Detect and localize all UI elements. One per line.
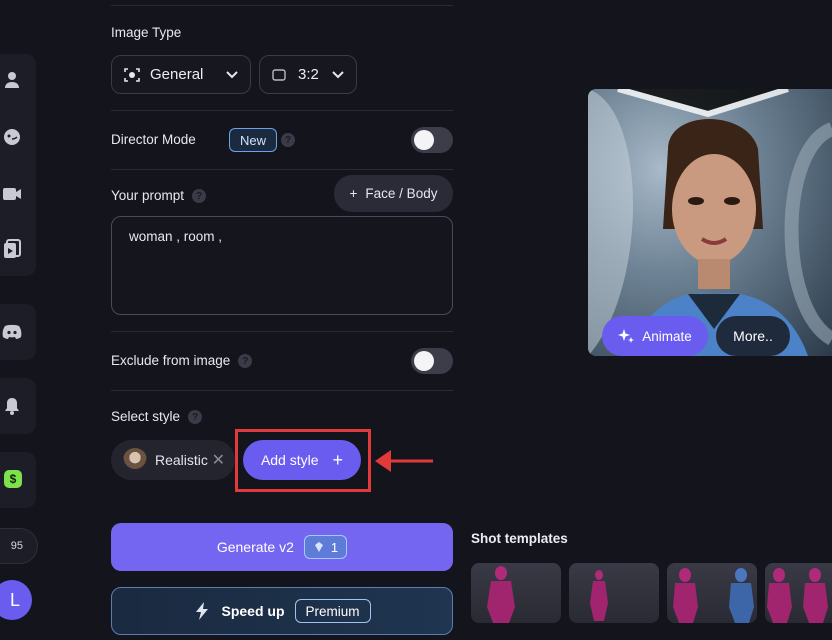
divider (111, 169, 453, 170)
divider (111, 5, 453, 6)
pose-figure-image (673, 568, 754, 623)
divider (111, 331, 453, 332)
shot-template-thumb[interactable] (765, 563, 832, 623)
token-cost: 1 (330, 539, 339, 555)
shot-template-thumb[interactable] (667, 563, 757, 623)
select-style-text: Select style (111, 409, 181, 424)
help-icon[interactable]: ? (281, 133, 295, 147)
select-style-label: Select style? (111, 409, 203, 425)
style-chip-label: Realistic (155, 452, 208, 468)
director-mode-toggle[interactable] (411, 127, 453, 153)
video-camera-icon[interactable] (0, 182, 24, 206)
help-icon[interactable]: ? (188, 410, 203, 425)
animate-button[interactable]: Animate (602, 316, 708, 356)
style-chip-realistic[interactable]: Realistic ✕ (111, 440, 235, 480)
your-prompt-label: Your prompt? (111, 188, 207, 204)
user-icon[interactable] (0, 68, 24, 92)
divider (111, 110, 453, 111)
speed-up-label: Speed up (221, 603, 285, 619)
director-mode-label: Director Mode (111, 132, 196, 147)
animate-label: Animate (642, 328, 692, 344)
aspect-ratio-select[interactable]: 3:2 (259, 55, 357, 94)
aspect-ratio-value: 3:2 (298, 66, 319, 83)
token-balance[interactable]: 95 (0, 528, 38, 564)
face-body-label: Face / Body (365, 186, 438, 201)
more-label: More.. (733, 328, 773, 344)
avatar[interactable]: L (0, 580, 32, 620)
exclude-toggle[interactable] (411, 348, 453, 374)
premium-badge: Premium (294, 599, 371, 623)
close-icon[interactable]: ✕ (212, 450, 225, 470)
divider (111, 390, 453, 391)
video-library-icon[interactable] (0, 237, 24, 261)
more-button[interactable]: More.. (716, 316, 790, 356)
prompt-textarea[interactable]: woman , room , (111, 216, 453, 315)
help-icon[interactable]: ? (238, 354, 253, 369)
pose-figure-image (590, 570, 608, 621)
sparkle-icon (618, 329, 635, 343)
shot-templates-title: Shot templates (471, 531, 568, 546)
help-icon[interactable]: ? (192, 189, 207, 204)
annotation-arrow-icon (375, 450, 433, 472)
token-balance-value: 95 (10, 540, 23, 552)
director-mode-text: Director Mode (111, 132, 196, 147)
plus-icon: + (349, 186, 358, 201)
generate-label: Generate v2 (216, 539, 294, 555)
pose-figure-image (487, 566, 515, 623)
token-cost-badge: 1 (303, 535, 348, 559)
new-badge: New (229, 128, 278, 152)
image-type-value: General (150, 66, 204, 83)
exclude-text: Exclude from image (111, 353, 231, 368)
image-type-label: Image Type (111, 25, 182, 40)
generate-button[interactable]: Generate v2 1 (111, 523, 453, 571)
left-icon-rail: $ 95 L (0, 0, 44, 640)
chevron-down-icon (226, 70, 238, 79)
chevron-down-icon (332, 70, 344, 79)
discord-icon[interactable] (0, 320, 24, 344)
shot-template-thumb[interactable] (569, 563, 659, 623)
dollar-icon[interactable]: $ (4, 470, 22, 488)
bell-icon[interactable] (0, 394, 24, 418)
annotation-highlight-box (235, 429, 371, 492)
token-icon (314, 542, 323, 552)
exclude-label: Exclude from image? (111, 353, 253, 369)
face-body-button[interactable]: + Face / Body (334, 175, 453, 212)
your-prompt-text: Your prompt (111, 188, 185, 203)
aspect-ratio-icon (272, 67, 288, 83)
speed-up-button[interactable]: Speed up Premium (111, 587, 453, 635)
shot-template-thumb[interactable] (471, 563, 561, 623)
pose-figure-image (767, 568, 828, 623)
scan-face-icon (124, 67, 140, 83)
toggle-knob (414, 351, 434, 371)
face-swap-icon[interactable] (0, 125, 24, 149)
style-thumbnail (123, 448, 147, 472)
image-type-select[interactable]: General (111, 55, 251, 94)
toggle-knob (414, 130, 434, 150)
lightning-icon (196, 602, 209, 620)
avatar-letter: L (9, 589, 20, 610)
prompt-text: woman , room , (129, 229, 223, 244)
